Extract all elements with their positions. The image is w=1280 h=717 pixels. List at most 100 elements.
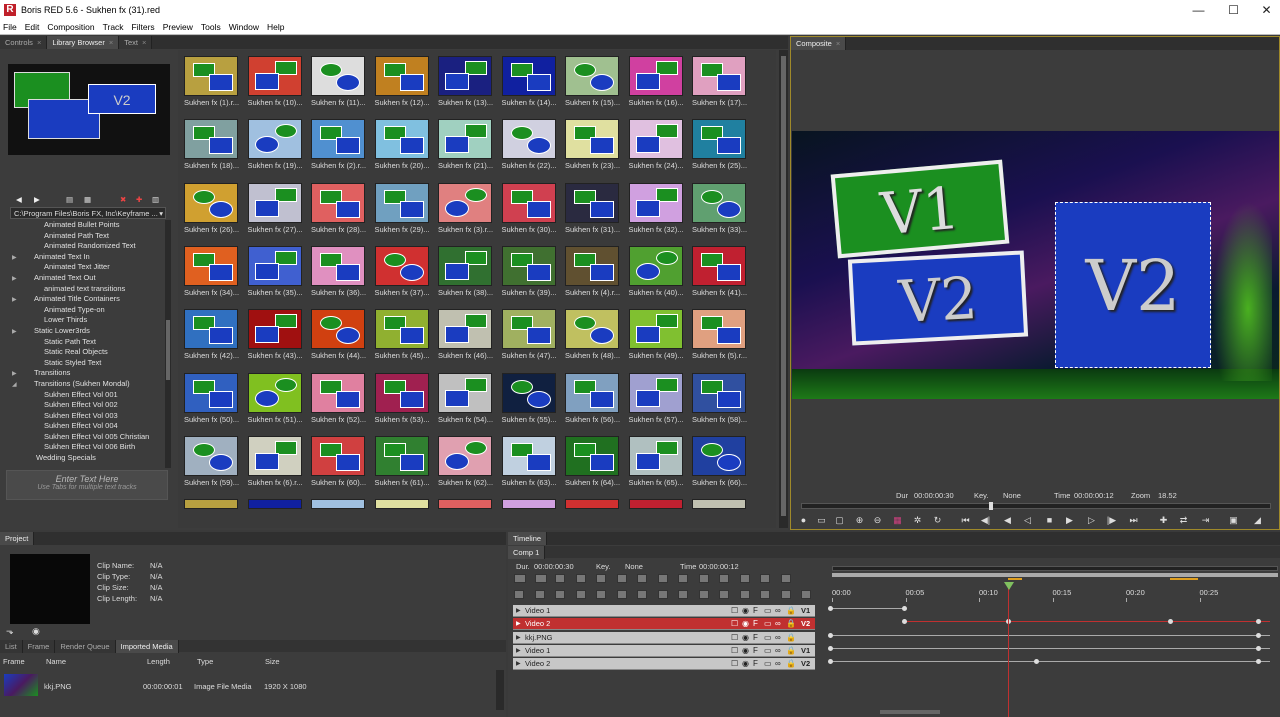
library-thumbnail[interactable] xyxy=(311,309,365,350)
grid-icon[interactable] xyxy=(719,574,729,583)
link-icon[interactable]: ∞ xyxy=(775,645,781,657)
tab-composite[interactable]: Composite × xyxy=(791,37,847,50)
library-thumbnail[interactable] xyxy=(628,499,683,510)
grid-scroll-thumb[interactable] xyxy=(781,56,786,516)
forward-icon[interactable]: ▶ xyxy=(34,195,40,204)
monitor-icon[interactable]: ▭ xyxy=(764,618,772,630)
library-item-label[interactable]: Sukhen fx (55)... xyxy=(502,415,562,424)
chart-icon[interactable] xyxy=(739,590,750,599)
media-row[interactable]: kkj.PNG 00:00:00:01 Image File Media 192… xyxy=(0,670,496,700)
library-item-label[interactable]: Sukhen fx (60)... xyxy=(311,478,371,487)
menu-window[interactable]: Window xyxy=(226,22,264,32)
box-icon[interactable]: ▭ xyxy=(815,515,828,526)
tree-item[interactable]: Animated Bullet Points xyxy=(8,220,166,231)
keyframe-point[interactable] xyxy=(1256,645,1261,651)
diamond-icon[interactable] xyxy=(678,590,688,599)
shape-icon[interactable] xyxy=(739,574,750,583)
resize-icon[interactable]: ◢ xyxy=(1251,515,1264,526)
library-thumbnail[interactable] xyxy=(628,182,683,223)
playhead-line[interactable] xyxy=(1008,584,1009,717)
library-item-label[interactable]: Sukhen fx (48)... xyxy=(565,351,625,360)
work-area-bar[interactable] xyxy=(832,573,1278,577)
library-item-label[interactable]: Sukhen fx (2).r... xyxy=(311,161,371,170)
library-item-label[interactable]: Sukhen fx (29)... xyxy=(375,225,435,234)
library-thumbnail[interactable] xyxy=(501,56,556,96)
library-thumbnail[interactable] xyxy=(438,245,492,286)
keyframe-point[interactable] xyxy=(828,645,833,651)
time-ruler[interactable]: 00:00 00:05 00:10 00:15 00:20 00:25 xyxy=(830,586,1280,602)
close-icon[interactable]: × xyxy=(142,38,146,47)
stop-icon[interactable]: ■ xyxy=(1043,515,1056,526)
tree-item[interactable]: Static Styled Text xyxy=(8,358,166,369)
playhead-handle[interactable] xyxy=(1004,582,1014,590)
timeline-hscroll[interactable] xyxy=(880,710,940,714)
col-name[interactable]: Name xyxy=(46,657,66,666)
keyframe-point[interactable] xyxy=(1034,659,1039,665)
library-item-label[interactable]: Sukhen fx (16)... xyxy=(629,98,689,107)
track-row[interactable]: ▶ Video 2 ☐ ◉ F ▭ ∞ 🔒 V2 xyxy=(513,658,815,671)
library-thumbnail[interactable] xyxy=(501,119,556,160)
library-item-label[interactable]: Sukhen fx (21)... xyxy=(438,161,498,170)
track-expand-icon[interactable]: ▶ xyxy=(516,618,521,630)
back-icon[interactable]: ◀ xyxy=(16,195,22,204)
library-thumbnail[interactable] xyxy=(501,245,556,286)
close-icon[interactable]: × xyxy=(37,38,41,47)
timeline-area[interactable]: 00:00 00:05 00:10 00:15 00:20 00:25 xyxy=(828,558,1280,717)
library-item-label[interactable]: Sukhen fx (49)... xyxy=(629,351,689,360)
blur-icon[interactable] xyxy=(760,590,770,599)
tree-item[interactable]: ▶ Transitions xyxy=(8,368,166,379)
library-thumbnail[interactable] xyxy=(311,119,365,160)
settings-icon[interactable]: ✲ xyxy=(911,515,924,526)
track-row[interactable]: ▶ Video 1 ☐ ◉ F ▭ ∞ 🔒 V1 xyxy=(513,644,815,657)
library-thumbnail[interactable] xyxy=(184,119,238,160)
zoom-in-icon[interactable]: ⊕ xyxy=(853,515,866,526)
library-item-label[interactable]: Sukhen fx (18)... xyxy=(184,161,244,170)
tree-item[interactable]: ▶ Animated Text In xyxy=(8,252,166,263)
menu-edit[interactable]: Edit xyxy=(22,22,45,32)
library-thumbnail[interactable] xyxy=(565,182,619,223)
library-thumbnail[interactable] xyxy=(692,499,746,510)
library-thumbnail[interactable] xyxy=(374,309,429,350)
library-item-label[interactable]: Sukhen fx (52)... xyxy=(311,415,371,424)
keyframe-move-icon[interactable]: ⇄ xyxy=(1177,515,1190,526)
library-thumbnail[interactable] xyxy=(311,499,365,510)
library-item-label[interactable]: Sukhen fx (66)... xyxy=(692,478,752,487)
eye-icon[interactable]: ◉ xyxy=(32,626,40,637)
tree-item[interactable]: Sukhen Effect Vol 005 Christian xyxy=(8,432,166,443)
media-scrollbar[interactable] xyxy=(496,670,504,710)
col-size[interactable]: Size xyxy=(265,657,280,666)
library-thumbnail[interactable] xyxy=(565,119,619,160)
tree-item[interactable]: Sukhen Effect Vol 004 xyxy=(8,421,166,432)
trash-icon[interactable]: ▥ xyxy=(152,195,159,204)
library-item-label[interactable]: Sukhen fx (40)... xyxy=(629,288,689,297)
library-item-label[interactable]: Sukhen fx (1).r... xyxy=(184,98,244,107)
library-item-label[interactable]: Sukhen fx (4).r... xyxy=(565,288,625,297)
library-thumbnail[interactable] xyxy=(628,56,683,96)
library-thumbnail[interactable] xyxy=(311,435,365,476)
filter-icon[interactable]: F xyxy=(753,658,758,670)
view-list-icon[interactable]: ▤ xyxy=(66,195,73,204)
maximize-icon[interactable]: ☐ xyxy=(1217,0,1250,20)
library-thumbnail[interactable] xyxy=(501,499,556,510)
snap-icon[interactable]: ⇥ xyxy=(1199,515,1212,526)
library-item-label[interactable]: Sukhen fx (46)... xyxy=(438,351,498,360)
filter-icon[interactable]: F xyxy=(753,618,758,630)
tree-item[interactable]: Lower Thirds xyxy=(8,315,166,326)
library-item-label[interactable]: Sukhen fx (30)... xyxy=(502,225,562,234)
library-item-label[interactable]: Sukhen fx (12)... xyxy=(375,98,435,107)
tab-library-browser[interactable]: Library Browser × xyxy=(47,36,120,49)
menu-tools[interactable]: Tools xyxy=(198,22,226,32)
keyframe-point[interactable] xyxy=(1256,619,1261,625)
library-item-label[interactable]: Sukhen fx (45)... xyxy=(375,351,435,360)
tree-expand-icon[interactable]: ▶ xyxy=(12,274,34,285)
library-item-label[interactable]: Sukhen fx (36)... xyxy=(311,288,371,297)
library-thumbnail[interactable] xyxy=(247,309,302,350)
safe-area-icon[interactable]: ▣ xyxy=(1227,515,1240,526)
checkbox-icon[interactable]: ☐ xyxy=(731,632,738,644)
lock-icon[interactable]: 🔒 xyxy=(786,618,796,630)
eye-icon[interactable]: ◉ xyxy=(742,632,749,644)
library-item-label[interactable]: Sukhen fx (26)... xyxy=(184,225,244,234)
library-item-label[interactable]: Sukhen fx (62)... xyxy=(438,478,498,487)
tree-item[interactable]: ▶ Animated Text Out xyxy=(8,273,166,284)
library-thumbnail[interactable] xyxy=(438,499,492,510)
